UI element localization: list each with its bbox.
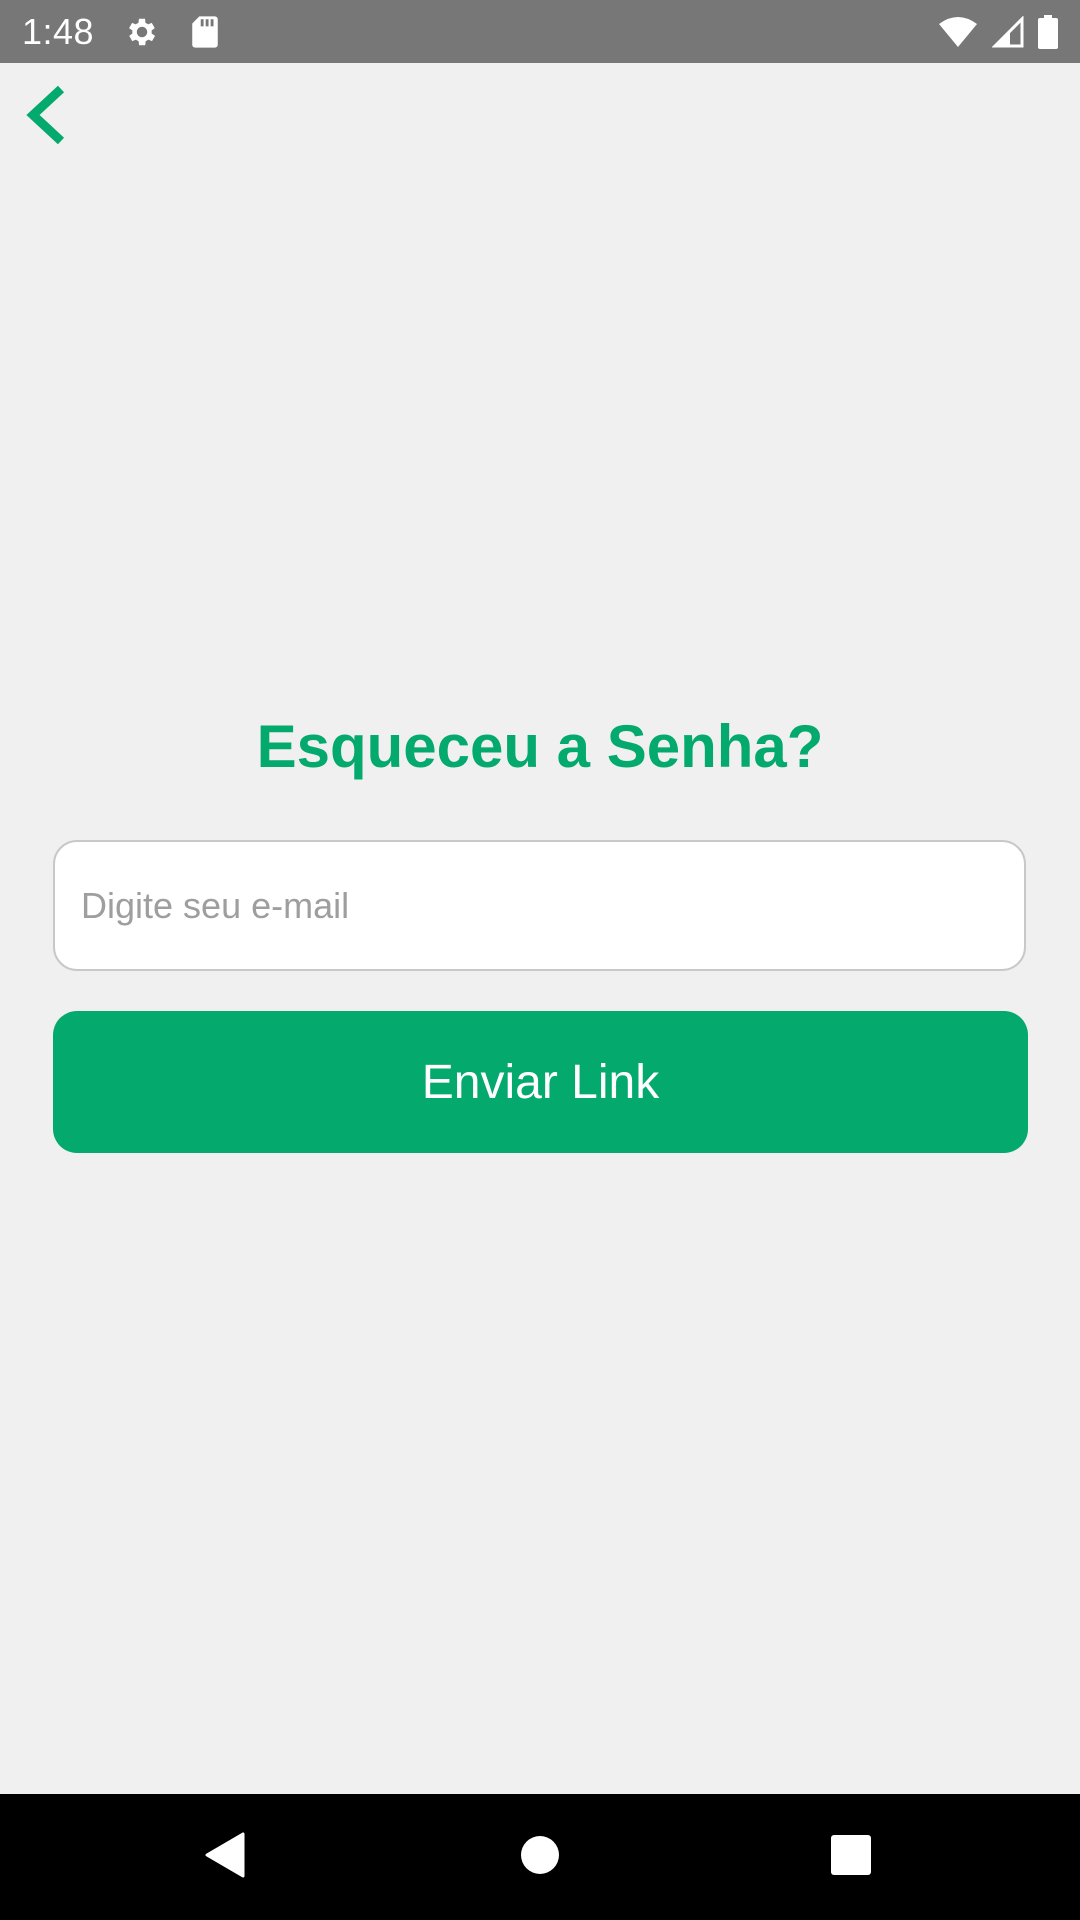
back-triangle-icon <box>203 1832 247 1883</box>
nav-recents-button[interactable] <box>781 1794 921 1920</box>
battery-icon <box>1038 14 1058 49</box>
status-bar-right <box>938 14 1058 49</box>
nav-home-button[interactable] <box>470 1794 610 1920</box>
sd-card-icon <box>190 15 220 49</box>
back-button[interactable] <box>10 82 80 152</box>
wifi-icon <box>938 16 978 48</box>
status-bar: 1:48 <box>0 0 1080 63</box>
email-input[interactable] <box>53 840 1026 971</box>
send-link-button[interactable]: Enviar Link <box>53 1011 1028 1153</box>
home-circle-icon <box>520 1835 560 1880</box>
status-bar-left: 1:48 <box>22 11 220 53</box>
signal-icon <box>992 15 1024 48</box>
forgot-password-screen: 1:48 Esqueceu a Senha? Digite seu e-mail… <box>0 0 1080 1920</box>
status-time: 1:48 <box>22 10 95 52</box>
navigation-bar <box>0 1794 1080 1920</box>
nav-back-button[interactable] <box>155 1794 295 1920</box>
recents-square-icon <box>831 1834 871 1880</box>
chevron-left-icon <box>23 85 67 150</box>
page-title: Esqueceu a Senha? <box>256 713 824 780</box>
gear-icon <box>124 14 160 50</box>
